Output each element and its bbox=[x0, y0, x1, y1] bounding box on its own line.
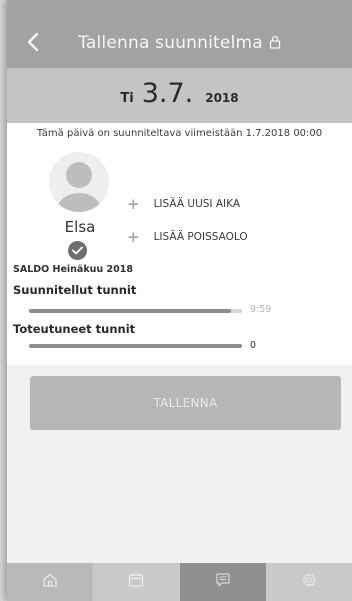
lock-icon bbox=[269, 34, 281, 54]
date-header: Ti 3.7. 2018 bbox=[7, 68, 352, 123]
add-absence-label: LISÄÄ POISSAOLO bbox=[153, 231, 248, 243]
weekday: Ti bbox=[120, 91, 134, 106]
save-button[interactable]: TALLENNA bbox=[30, 376, 341, 430]
page-title-text: Tallenna suunnitelma bbox=[78, 33, 263, 53]
plus-icon: + bbox=[127, 228, 140, 246]
saldo-title: SALDO Heinäkuu 2018 bbox=[13, 264, 133, 275]
year: 2018 bbox=[205, 91, 239, 105]
actual-hours-label: Toteutuneet tunnit bbox=[13, 322, 136, 336]
bottom-nav bbox=[7, 563, 352, 601]
app-screen: Tallenna suunnitelma Ti 3.7. 2018 Tämä p… bbox=[7, 0, 352, 601]
add-time-button[interactable]: + LISÄÄ UUSI AIKA bbox=[127, 195, 240, 213]
settings-icon bbox=[301, 572, 317, 592]
planned-hours-bar bbox=[29, 309, 242, 313]
avatar bbox=[49, 152, 109, 212]
planned-hours-bar-fill bbox=[29, 309, 232, 313]
nav-home[interactable] bbox=[7, 563, 94, 601]
nav-messages[interactable] bbox=[179, 563, 266, 601]
day-month: 3.7. bbox=[141, 78, 194, 109]
home-icon bbox=[42, 572, 58, 592]
checkmark-icon bbox=[68, 241, 87, 260]
plus-icon: + bbox=[127, 195, 140, 213]
actual-hours-bar bbox=[29, 344, 242, 348]
add-absence-button[interactable]: + LISÄÄ POISSAOLO bbox=[127, 228, 248, 246]
deadline-text: Tämä päivä on suunniteltava viimeistään … bbox=[36, 128, 323, 139]
actual-hours-bar-fill bbox=[29, 344, 242, 348]
messages-icon bbox=[215, 572, 231, 592]
planned-hours-value: 9:59 bbox=[250, 304, 272, 315]
nav-calendar[interactable] bbox=[93, 563, 180, 601]
nav-settings[interactable] bbox=[265, 563, 352, 601]
add-time-label: LISÄÄ UUSI AIKA bbox=[153, 198, 241, 210]
person-name: Elsa bbox=[64, 218, 96, 236]
calendar-icon bbox=[128, 572, 144, 592]
top-bar: Tallenna suunnitelma bbox=[7, 0, 352, 68]
actual-hours-value: 0 bbox=[250, 340, 257, 351]
planned-hours-label: Suunnitellut tunnit bbox=[13, 283, 137, 297]
page-title: Tallenna suunnitelma bbox=[7, 33, 352, 54]
